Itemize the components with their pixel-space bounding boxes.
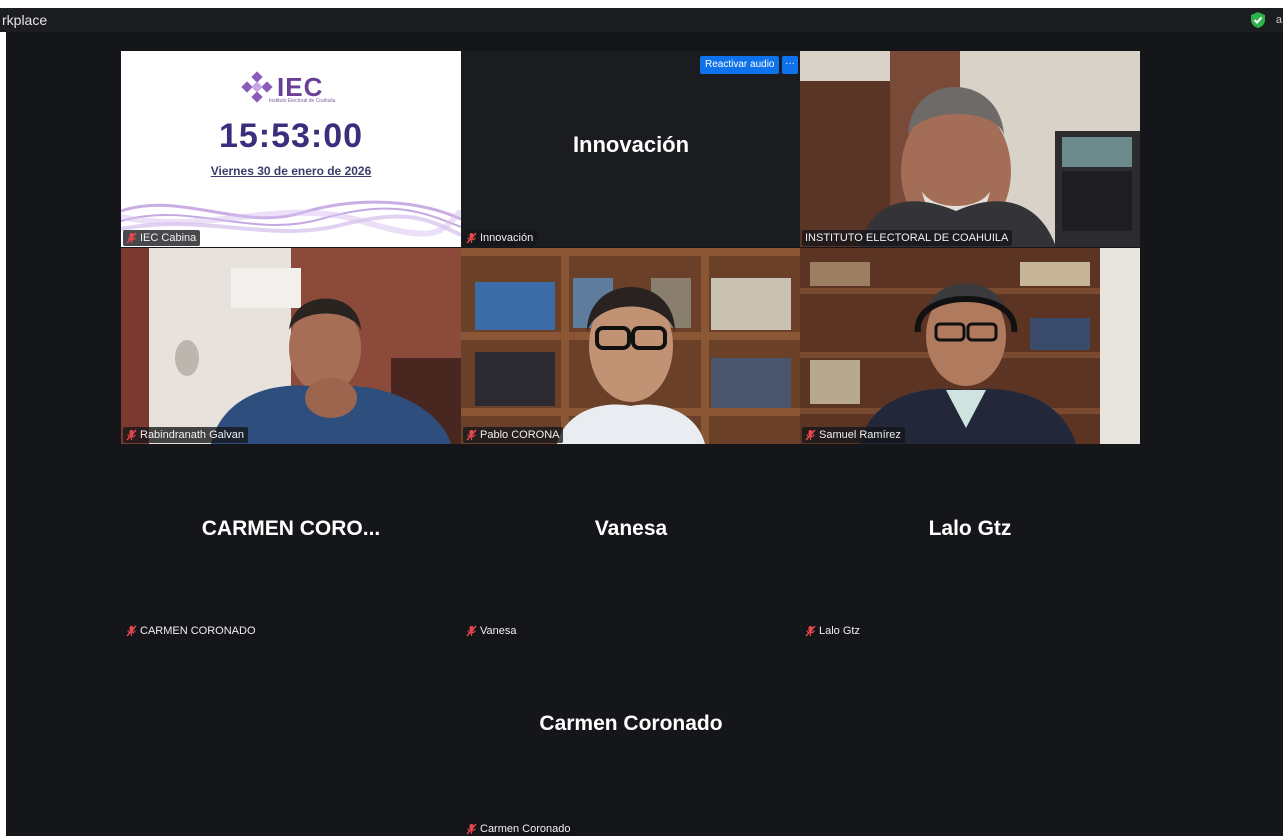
name-tag: INSTITUTO ELECTORAL DE COAHUILA [802,230,1013,246]
participant-tile-rabindranath[interactable]: Rabindranath Galvan [121,248,461,444]
clock-date: Viernes 30 de enero de 2026 [210,164,372,178]
participant-name: Samuel Ramírez [819,429,901,441]
name-tag: Rabindranath Galvan [123,427,248,443]
title-bar: rkplace a [0,8,1283,32]
mic-muted-icon [466,625,477,637]
name-tag: Innovación [463,230,538,246]
clock-time: 15:53:00 [218,117,364,155]
mic-muted-icon [466,823,477,835]
shield-check-icon[interactable] [1249,11,1267,29]
mic-muted-icon [805,429,816,441]
participant-tile-pablo[interactable]: Pablo CORONA [461,248,801,444]
window-title: rkplace [2,12,48,28]
participant-tile-carmen-upper[interactable]: CARMEN CORO... CARMEN CORONADO [121,445,461,641]
cut-off-label: a [1275,14,1282,26]
mic-muted-icon [466,429,477,441]
name-tag: Carmen Coronado [463,821,575,836]
mic-muted-icon [126,232,137,244]
camera-feed [800,248,1140,444]
name-tag: CARMEN CORONADO [123,623,260,639]
participant-tile-lalo[interactable]: Lalo Gtz Lalo Gtz [800,445,1140,641]
name-tag: Vanesa [463,623,521,639]
more-options-button[interactable]: ··· [782,56,798,74]
iec-logo-subtitle: Instituto Electoral de Coahuila [269,98,336,104]
participant-display-name: Innovación [572,132,690,157]
name-tag: Samuel Ramírez [802,427,905,443]
participant-tile-carmen-lower[interactable]: Carmen Coronado Carmen Coronado [461,640,801,836]
participant-name: INSTITUTO ELECTORAL DE COAHUILA [805,232,1009,244]
participant-name: Vanesa [480,625,517,637]
participant-display-name: Carmen Coronado [539,712,723,735]
name-tag: IEC Cabina [123,230,201,246]
camera-feed [121,248,461,444]
name-tag: Pablo CORONA [463,427,564,443]
participant-tile-vanesa[interactable]: Vanesa Vanesa [461,445,801,641]
mic-muted-icon [126,429,137,441]
participant-name: Pablo CORONA [480,429,560,441]
participant-tile-iec-cabina[interactable]: IEC Instituto Electoral de Coahuila 15:5… [121,51,461,247]
video-gallery: IEC Instituto Electoral de Coahuila 15:5… [6,32,1283,836]
camera-feed [461,248,801,444]
unmute-audio-button[interactable]: Reactivar audio [700,56,780,74]
mic-muted-icon [466,232,477,244]
mic-muted-icon [126,625,137,637]
camera-feed [800,51,1140,247]
participant-name: IEC Cabina [140,232,197,244]
participant-display-name: CARMEN CORO... [201,517,381,540]
meeting-window: rkplace a IEC Instituto Electoral de Coa… [0,0,1283,836]
participant-display-name: Lalo Gtz [928,517,1012,540]
participant-tile-instituto[interactable]: INSTITUTO ELECTORAL DE COAHUILA [800,51,1140,247]
participant-name: Lalo Gtz [819,625,860,637]
participant-name: Carmen Coronado [480,823,571,835]
participant-tile-innovacion[interactable]: Innovación Innovación [461,51,801,247]
name-tag: Lalo Gtz [802,623,864,639]
participant-tile-samuel[interactable]: Samuel Ramírez [800,248,1140,444]
participant-display-name: Vanesa [594,517,668,540]
mic-muted-icon [805,625,816,637]
participant-name: Rabindranath Galvan [140,429,244,441]
participant-name: Innovación [480,232,534,244]
participant-name: CARMEN CORONADO [140,625,256,637]
